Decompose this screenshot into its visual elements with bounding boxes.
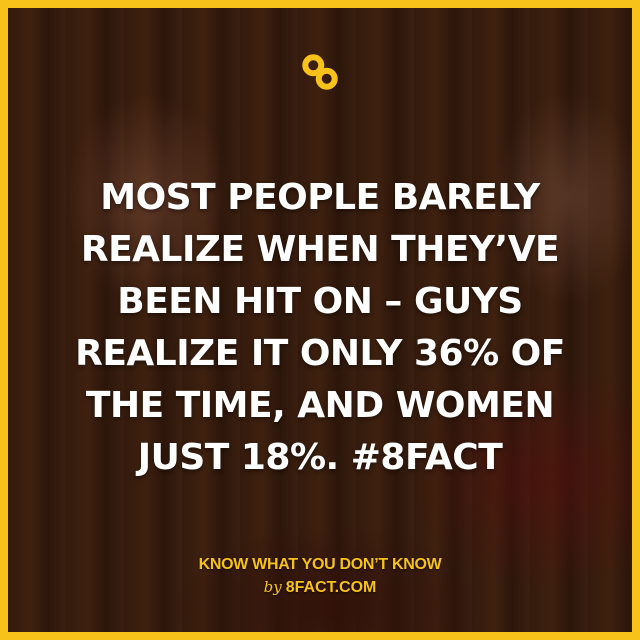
headline-line: REALIZE IT ONLY 36% OF: [75, 333, 565, 374]
fact-card: MOST PEOPLE BARELY REALIZE WHEN THEY’VE …: [0, 0, 640, 640]
headline-line: MOST PEOPLE BARELY: [100, 177, 540, 218]
headline-line: REALIZE WHEN THEY’VE: [80, 229, 560, 270]
headline-line: THE TIME, AND WOMEN: [85, 385, 555, 426]
byline: by 8FACT.COM: [8, 578, 632, 597]
footer: KNOW WHAT YOU DON’T KNOW by 8FACT.COM: [8, 556, 632, 597]
headline-line: JUST 18%. #8FACT: [137, 437, 503, 478]
site-link[interactable]: 8FACT.COM: [286, 579, 377, 596]
headline-line: BEEN HIT ON – GUYS: [117, 281, 523, 322]
tagline: KNOW WHAT YOU DON’T KNOW: [198, 556, 442, 573]
fact-headline: MOST PEOPLE BARELY REALIZE WHEN THEY’VE …: [38, 172, 602, 484]
infinity-8-logo-icon: [302, 54, 338, 90]
byline-prefix: by: [263, 578, 282, 596]
